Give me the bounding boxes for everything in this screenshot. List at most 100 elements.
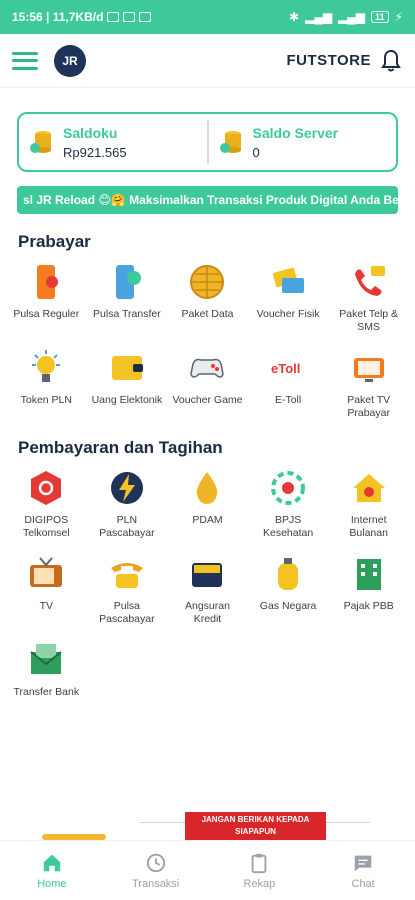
alarm-icon: [107, 12, 120, 22]
chat-icon: [354, 855, 372, 871]
balance-label: Saldoku: [63, 124, 118, 141]
wallet-icon: [111, 356, 143, 380]
telephone-icon: [110, 563, 143, 588]
store-name: FUTSTORE: [286, 52, 371, 69]
balance-label: Saldo Server: [252, 124, 339, 141]
pembayaran-grid: DIGIPOS Telkomsel PLN Pascabayar PDAM BP…: [0, 458, 415, 699]
menu-item-label: Pulsa Transfer: [93, 308, 161, 320]
message-icon: [123, 12, 136, 22]
menu-item-token-pln[interactable]: Token PLN: [6, 348, 87, 420]
balance-value: 0: [252, 144, 260, 160]
menu-item-angsuran-kredit[interactable]: Angsuran Kredit: [167, 554, 248, 626]
menu-item-label: Token PLN: [20, 394, 72, 406]
lightbulb-icon: [32, 350, 61, 382]
menu-item-label: Voucher Fisik: [256, 308, 320, 320]
phone-icon: [37, 265, 59, 299]
menu-item-digipos-telkomsel[interactable]: DIGIPOS Telkomsel: [6, 468, 87, 540]
clipboard-icon: [252, 853, 267, 873]
coins-icon: [219, 131, 241, 153]
voucher-card-icon: [273, 267, 305, 293]
menu-item-pdam[interactable]: PDAM: [167, 468, 248, 540]
menu-item-label: Transfer Bank: [13, 686, 80, 698]
menu-item-label: Pulsa Pascabayar: [99, 600, 155, 625]
menu-item-voucher-fisik[interactable]: Voucher Fisik: [248, 262, 329, 334]
warning-banner: JANGAN BERIKAN KEPADA SIAPAPUN: [185, 812, 326, 840]
menu-item-paket-telp-sms[interactable]: Paket Telp & SMS: [328, 262, 409, 334]
menu-item-label: PDAM: [192, 514, 223, 526]
menu-item-pulsa-pascabayar[interactable]: Pulsa Pascabayar: [87, 554, 168, 626]
status-right: ✱ ▂▄▆ ▂▄▆ 11 ⚡: [289, 10, 403, 24]
menu-item-label: Pajak PBB: [343, 600, 394, 612]
menu-item-pulsa-transfer[interactable]: Pulsa Transfer: [87, 262, 168, 334]
menu-item-label: Angsuran Kredit: [185, 600, 230, 625]
charging-icon: ⚡: [394, 10, 403, 24]
bell-icon[interactable]: [379, 49, 403, 73]
menu-item-voucher-game[interactable]: Voucher Game: [167, 348, 248, 420]
section-title-pembayaran: Pembayaran dan Tagihan: [18, 438, 223, 457]
etoll-icon-text: eToll: [271, 361, 300, 376]
gamepad-icon: [190, 358, 225, 378]
app-logo: JR: [54, 44, 86, 77]
building-icon: [356, 559, 381, 590]
section-title-prabayar: Prabayar: [18, 232, 91, 251]
bluetooth-icon: ✱: [289, 10, 300, 24]
menu-item-label: Paket Data: [181, 308, 234, 320]
hamburger-menu-icon[interactable]: [12, 51, 38, 70]
nav-label: Transaksi: [131, 877, 180, 890]
app-bar: JR FUTSTORE: [0, 34, 415, 88]
menu-item-pajak-pbb[interactable]: Pajak PBB: [328, 554, 409, 626]
menu-item-tv[interactable]: TV: [6, 554, 87, 626]
menu-item-label: Voucher Game: [172, 394, 243, 406]
phone-sms-icon: [354, 266, 385, 296]
water-drop-icon: [197, 472, 218, 504]
nav-label: Rekap: [243, 877, 276, 890]
digipos-icon: [31, 471, 62, 505]
menu-item-label: DIGIPOS Telkomsel: [22, 514, 70, 539]
menu-item-internet-bulanan[interactable]: Internet Bulanan: [328, 468, 409, 540]
menu-item-label: Paket Telp & SMS: [339, 308, 399, 333]
balance-saldo-server[interactable]: Saldo Server 0: [206, 120, 397, 164]
status-bar: 15:56 | 11,7KB/d ✱ ▂▄▆ ▂▄▆ 11 ⚡: [0, 0, 415, 34]
menu-item-label: Paket TV Prabayar: [347, 394, 391, 419]
menu-item-paket-data[interactable]: Paket Data: [167, 262, 248, 334]
retro-tv-icon: [30, 557, 63, 587]
nav-home[interactable]: Home: [0, 841, 104, 900]
menu-item-paket-tv-prabayar[interactable]: Paket TV Prabayar: [328, 348, 409, 420]
bpjs-icon: [271, 471, 306, 505]
balance-saldoku[interactable]: Saldoku Rp921.565: [19, 114, 207, 170]
nav-chat[interactable]: Chat: [311, 841, 415, 900]
balance-value: Rp921.565: [63, 144, 127, 160]
nav-rekap[interactable]: Rekap: [208, 841, 312, 900]
nav-label: Chat: [351, 877, 375, 890]
menu-item-label: TV: [39, 600, 53, 612]
tv-icon: [353, 358, 384, 382]
menu-item-label: Gas Negara: [259, 600, 317, 612]
menu-item-uang-elektonik[interactable]: Uang Elektonik: [87, 348, 168, 420]
globe-icon: [190, 265, 225, 299]
message-icon-2: [139, 12, 152, 22]
menu-item-pulsa-reguler[interactable]: Pulsa Reguler: [6, 262, 87, 334]
etoll-icon: eToll: [271, 361, 300, 376]
menu-item-label: Internet Bulanan: [349, 514, 388, 539]
phone-transfer-icon: [115, 265, 141, 299]
wallet-icon: [192, 563, 223, 587]
menu-item-label: PLN Pascabayar: [99, 514, 155, 539]
menu-item-label: BPJS Kesehatan: [262, 514, 314, 539]
balance-card: Saldoku Rp921.565 Saldo Server 0: [17, 112, 398, 172]
menu-item-gas-negara[interactable]: Gas Negara: [248, 554, 329, 626]
menu-item-label: Uang Elektonik: [91, 394, 163, 406]
nav-transaksi[interactable]: Transaksi: [104, 841, 208, 900]
status-time-text: 15:56 | 11,7KB/d: [12, 10, 104, 24]
bottom-navigation: Home Transaksi Rekap Chat: [0, 840, 415, 900]
menu-item-e-toll[interactable]: eToll E-Toll: [248, 348, 329, 420]
lightning-icon: [110, 472, 143, 504]
money-envelope-icon: [30, 644, 62, 674]
menu-item-bpjs-kesehatan[interactable]: BPJS Kesehatan: [248, 468, 329, 540]
house-wifi-icon: [352, 474, 385, 502]
status-left: 15:56 | 11,7KB/d: [12, 10, 289, 24]
menu-item-pln-pascabayar[interactable]: PLN Pascabayar: [87, 468, 168, 540]
menu-item-transfer-bank[interactable]: Transfer Bank: [6, 640, 87, 699]
signal-icon-2: ▂▄▆: [338, 10, 366, 24]
menu-item-label: E-Toll: [274, 394, 302, 406]
coins-icon: [30, 131, 51, 153]
